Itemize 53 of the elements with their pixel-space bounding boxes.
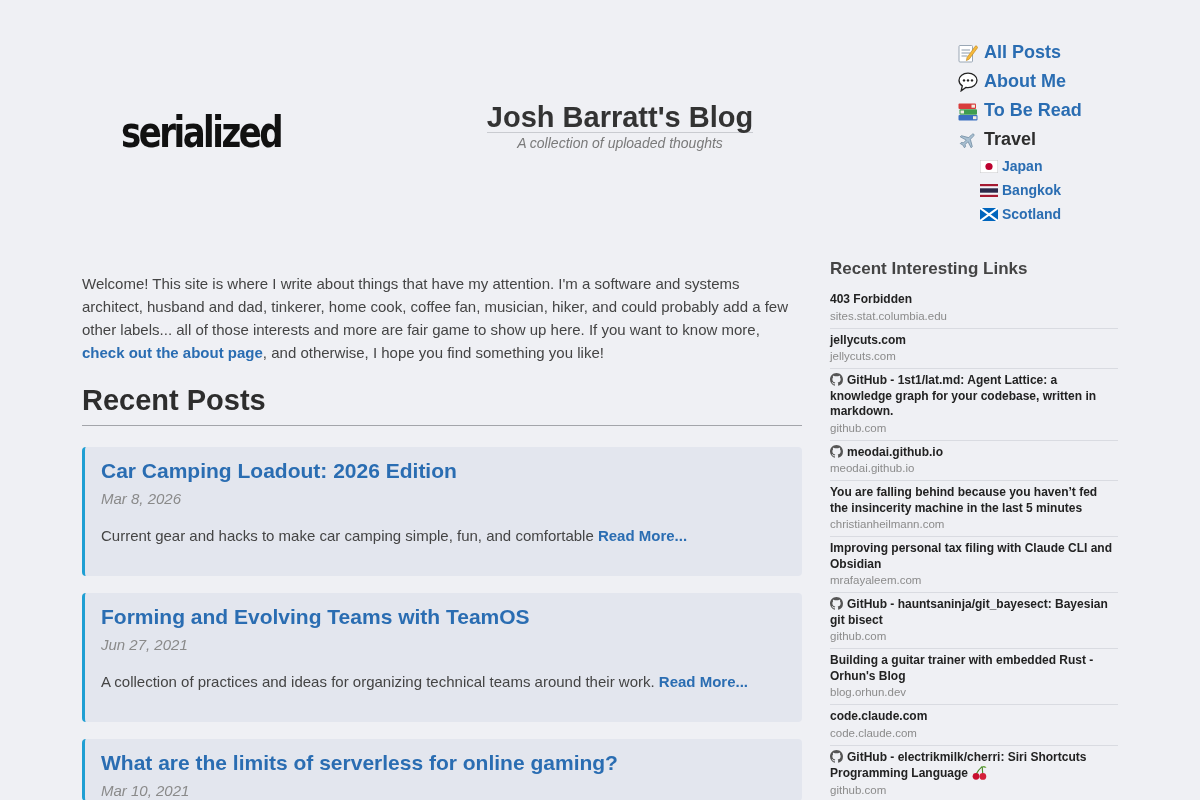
link-domain: blog.orhun.dev	[830, 686, 907, 698]
link-domain: mrafayaleem.com	[830, 574, 922, 586]
post-date: Mar 10, 2021	[101, 782, 190, 799]
link-title[interactable]: GitHub - hauntsaninja/git_bayesect: Bayesian git bisect	[830, 597, 1118, 628]
link-domain: meodai.github.io	[830, 462, 915, 474]
nav-link[interactable]: Bangkok	[1002, 182, 1062, 198]
nav-heading: Travel	[984, 129, 1037, 150]
nav-link[interactable]: About Me	[984, 71, 1066, 92]
post-date: Jun 27, 2021	[101, 636, 188, 653]
site-title[interactable]: Josh Barratt's Blog	[486, 102, 754, 133]
link-domain: christianheilmann.com	[830, 518, 945, 530]
post-title[interactable]: Forming and Evolving Teams with TeamOS	[101, 604, 786, 630]
speech-bubble-icon	[958, 71, 978, 92]
site-tagline: A collection of uploaded thoughts	[517, 134, 723, 152]
thailand-flag-icon	[980, 183, 998, 197]
post-title[interactable]: What are the limits of serverless for online gaming?	[101, 750, 786, 776]
link-title[interactable]: 403 Forbidden	[830, 292, 1118, 308]
nav-link[interactable]: Scotland	[1002, 206, 1062, 222]
scotland-flag-icon	[980, 207, 998, 221]
read-more-link[interactable]: Read More...	[658, 673, 748, 690]
link-domain: jellycuts.com	[830, 350, 896, 362]
link-title[interactable]: meodai.github.io	[830, 444, 1118, 460]
post-title[interactable]: Car Camping Loadout: 2026 Edition	[101, 458, 786, 484]
post-summary: Current gear and hacks to make car camping simple, fun, and comfortable Read More...	[101, 526, 689, 546]
nav-link[interactable]: To Be Read	[984, 100, 1082, 121]
section-heading: Recent Posts	[82, 383, 266, 417]
intro-paragraph: Welcome! This site is where I write about things that have my attention. I'm a software and systems architect, husband and dad, tinkerer, home cook, coffee fan, musician, hiker, and could probably add a few other labels... all of those interests and more are fair game to show up here. If you want to know more, check out the about page, and otherwise, I hope you find something you like!	[82, 274, 789, 363]
nav-link[interactable]: Japan	[1002, 158, 1043, 174]
link-title[interactable]: Building a guitar trainer with embedded Rust - Orhun's Blog	[830, 653, 1118, 684]
link-title[interactable]: jellycuts.com	[830, 332, 1118, 348]
link-title[interactable]: GitHub - electrikmilk/cherri: Siri Shortcuts Programming Language	[830, 749, 1118, 782]
github-icon	[830, 597, 843, 610]
link-title[interactable]: Improving personal tax filing with Claude CLI and Obsidian	[830, 541, 1118, 572]
post-date: Mar 8, 2026	[101, 490, 182, 507]
link-domain: sites.stat.columbia.edu	[830, 309, 947, 322]
sidebar-heading: Recent Interesting Links	[830, 258, 1028, 280]
japan-flag-icon	[980, 159, 998, 173]
about-link[interactable]: check out the about page	[82, 344, 263, 361]
site-logo[interactable]: serialized	[120, 107, 282, 157]
link-title[interactable]: You are falling behind because you haven’t fed the insincerity machine in the last 5 minutes	[830, 485, 1118, 516]
link-domain: github.com	[830, 783, 887, 796]
link-domain: code.claude.com	[830, 726, 917, 739]
github-icon	[830, 373, 843, 386]
post-summary: A collection of practices and ideas for organizing technical teams around their work. Read More...	[101, 672, 749, 692]
link-title[interactable]: GitHub - 1st1/lat.md: Agent Lattice: a knowledge graph for your codebase, written in markdown.	[830, 373, 1118, 420]
memo-icon	[958, 42, 978, 63]
link-title[interactable]: code.claude.com	[830, 709, 1118, 725]
link-domain: github.com	[830, 630, 887, 642]
read-more-link[interactable]: Read More...	[597, 527, 688, 544]
nav-link[interactable]: All Posts	[984, 42, 1062, 63]
github-icon	[830, 749, 843, 763]
github-icon	[830, 444, 843, 458]
link-domain: github.com	[830, 421, 887, 434]
